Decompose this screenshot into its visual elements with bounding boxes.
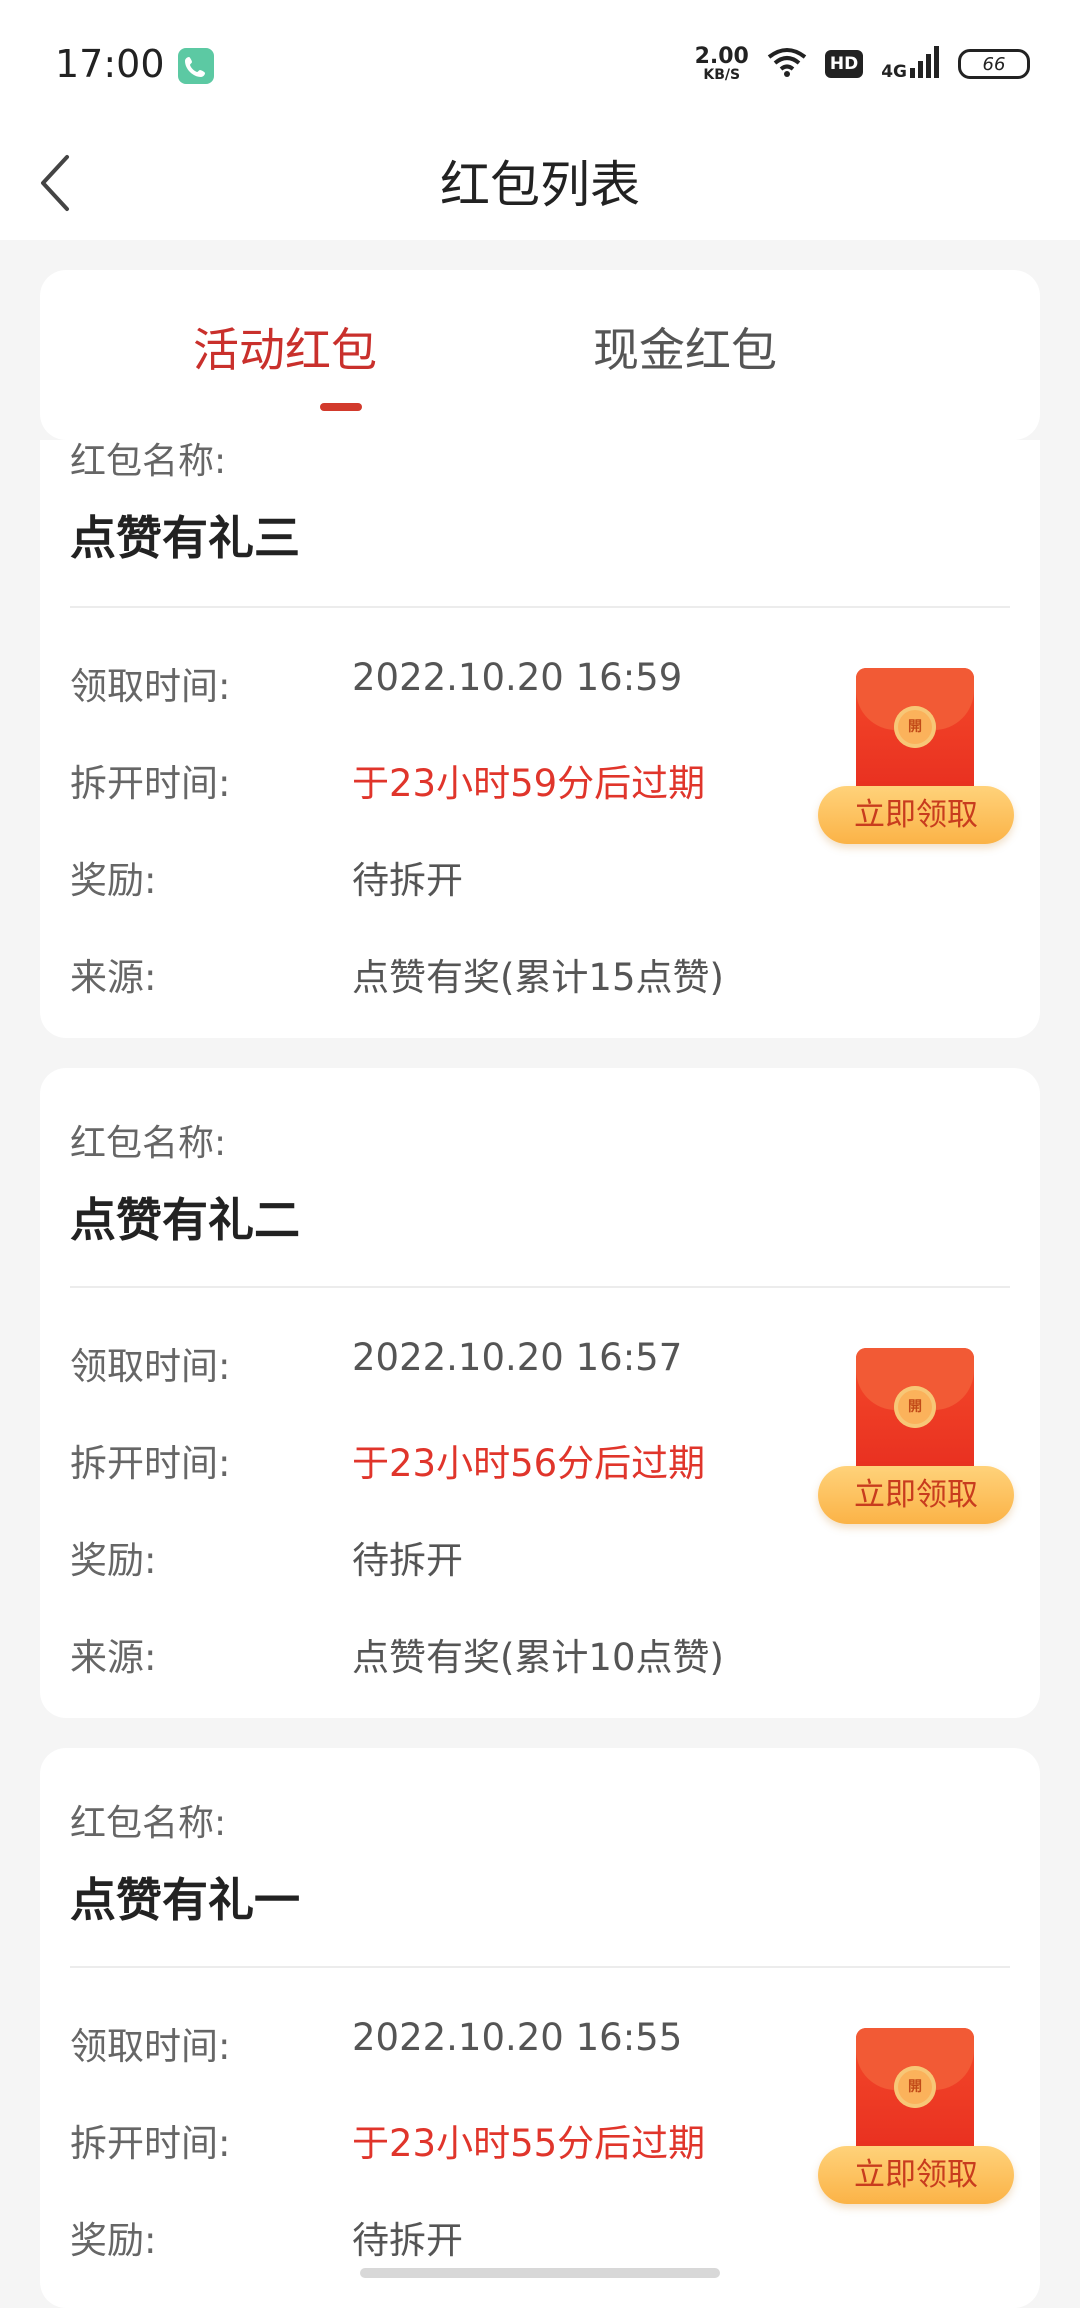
- receive-time-value: 2022.10.20 16:55: [352, 2016, 683, 2059]
- name-label: 红包名称:: [70, 1123, 227, 1164]
- network-speed-unit: KB/S: [703, 67, 741, 83]
- status-time: 17:00: [55, 42, 165, 86]
- source-label: 来源:: [70, 1636, 157, 1679]
- source-label: 来源:: [70, 956, 157, 999]
- red-packet-card: 红包名称: 点赞有礼二 领取时间: 2022.10.20 16:57 拆开时间:…: [40, 1068, 1040, 1718]
- claim-button[interactable]: 立即领取: [818, 1466, 1014, 1524]
- open-time-label: 拆开时间:: [70, 1442, 231, 1485]
- expiry-value: 于23小时59分后过期: [352, 762, 706, 805]
- expiry-value: 于23小时55分后过期: [352, 2122, 706, 2165]
- status-icons: 2.00 KB/S HD 4G 66: [695, 42, 1030, 86]
- receive-time-value: 2022.10.20 16:57: [352, 1336, 683, 1379]
- claim-button[interactable]: 立即领取: [818, 786, 1014, 844]
- red-envelope-widget: 開 立即领取: [818, 668, 1014, 848]
- name-label: 红包名称:: [70, 441, 227, 482]
- open-time-label: 拆开时间:: [70, 2122, 231, 2165]
- red-packet-card: 红包名称: 点赞有礼一 领取时间: 2022.10.20 16:55 拆开时间:…: [40, 1748, 1040, 2308]
- divider: [70, 606, 1010, 608]
- source-value: 点赞有奖(累计15点赞): [352, 956, 724, 999]
- expiry-value: 于23小时56分后过期: [352, 1442, 706, 1485]
- reward-label: 奖励:: [70, 2219, 157, 2262]
- active-tab-indicator: [320, 403, 362, 411]
- top-bar: 红包列表: [0, 130, 1080, 240]
- envelope-seal: 開: [894, 2066, 936, 2108]
- red-packet-name: 点赞有礼二: [70, 1193, 300, 1247]
- red-packet-name: 点赞有礼一: [70, 1873, 300, 1927]
- status-bar: 17:00 2.00 KB/S HD 4G 66: [0, 0, 1080, 130]
- tab-activity-red-packets[interactable]: 活动红包: [185, 320, 385, 380]
- divider: [70, 1966, 1010, 1968]
- battery-level: 66: [982, 53, 1006, 75]
- reward-value: 待拆开: [352, 2219, 463, 2262]
- red-envelope-widget: 開 立即领取: [818, 2028, 1014, 2208]
- red-packet-card: 红包名称: 点赞有礼三 领取时间: 2022.10.20 16:59 拆开时间:…: [40, 440, 1040, 1038]
- network-speed: 2.00 KB/S: [694, 44, 749, 83]
- receive-time-value: 2022.10.20 16:59: [352, 656, 683, 699]
- tab-bar: 活动红包 现金红包: [40, 270, 1040, 440]
- receive-time-label: 领取时间:: [70, 665, 231, 708]
- divider: [70, 1286, 1010, 1288]
- phone-call-icon: [178, 48, 214, 84]
- signal-icon: [910, 46, 940, 82]
- network-type: 4G: [881, 62, 907, 82]
- open-time-label: 拆开时间:: [70, 762, 231, 805]
- source-value: 点赞有奖(累计10点赞): [352, 1636, 724, 1679]
- name-label: 红包名称:: [70, 1803, 227, 1844]
- reward-label: 奖励:: [70, 859, 157, 902]
- envelope-seal: 開: [894, 1386, 936, 1428]
- envelope-seal: 開: [894, 706, 936, 748]
- page-title: 红包列表: [440, 156, 640, 214]
- tab-cash-red-packets[interactable]: 现金红包: [585, 320, 785, 380]
- reward-label: 奖励:: [70, 1539, 157, 1582]
- claim-button[interactable]: 立即领取: [818, 2146, 1014, 2204]
- wifi-icon: [767, 47, 807, 81]
- battery-indicator: 66: [958, 49, 1030, 79]
- receive-time-label: 领取时间:: [70, 1345, 231, 1388]
- home-indicator[interactable]: [360, 2268, 720, 2278]
- receive-time-label: 领取时间:: [70, 2025, 231, 2068]
- reward-value: 待拆开: [352, 1539, 463, 1582]
- hd-badge: HD: [824, 50, 864, 78]
- reward-value: 待拆开: [352, 859, 463, 902]
- red-packet-name: 点赞有礼三: [70, 511, 300, 565]
- red-envelope-widget: 開 立即领取: [818, 1348, 1014, 1528]
- network-speed-value: 2.00: [694, 44, 749, 69]
